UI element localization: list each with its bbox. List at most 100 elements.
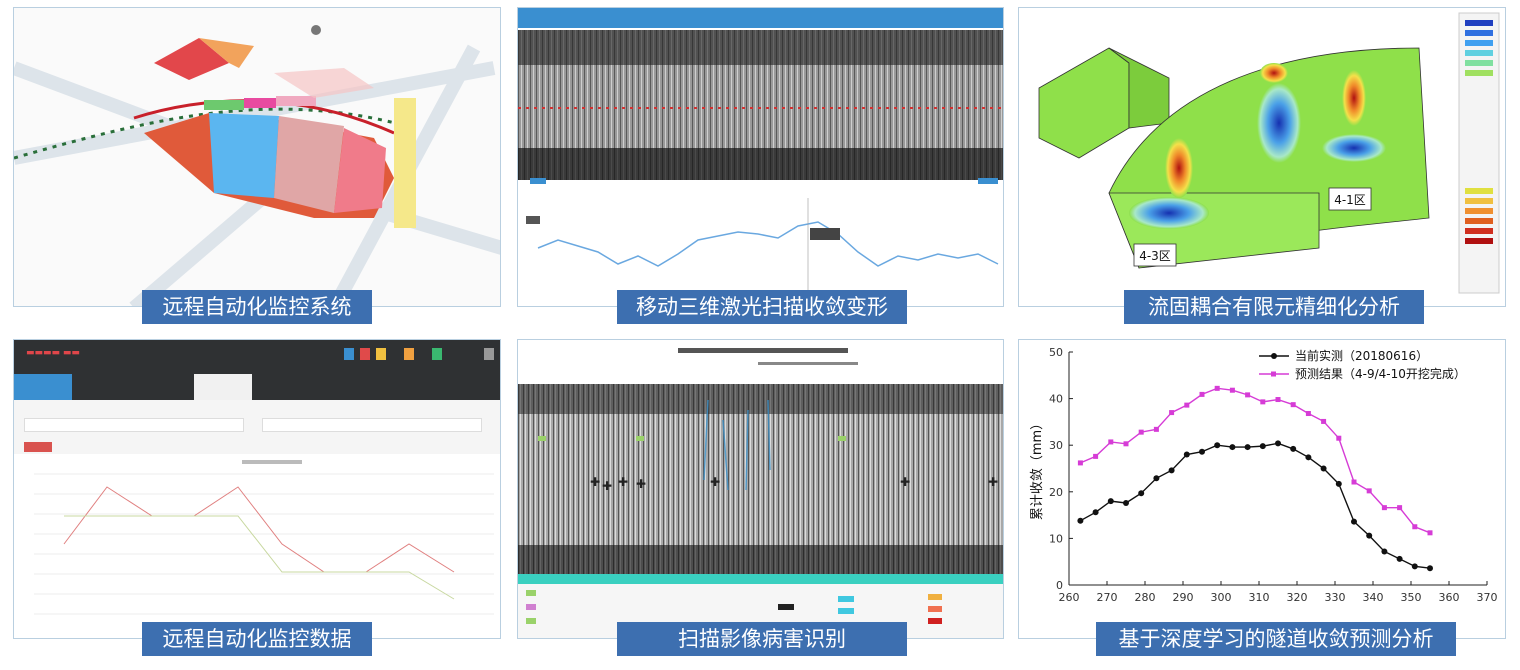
series-1-point — [1366, 488, 1372, 494]
tab-2[interactable] — [74, 374, 132, 400]
legend-label-0: 当前实测（20180616） — [1295, 348, 1428, 363]
x-tick-label: 290 — [1173, 591, 1194, 604]
laser-scan-panel — [517, 7, 1004, 307]
svg-text:✚: ✚ — [900, 475, 910, 489]
y-axis-label: 累计收敛（mm） — [1029, 417, 1045, 520]
user-icon[interactable] — [484, 348, 494, 360]
laser-scan-image — [518, 8, 1003, 306]
query-form — [14, 400, 500, 454]
scan-disease-image: ✚ ✚ ✚ ✚ ✚ ✚ ✚ — [518, 340, 1003, 638]
series-0-point — [1411, 563, 1418, 570]
svg-text:✚: ✚ — [636, 477, 646, 491]
x-tick-label: 360 — [1439, 591, 1460, 604]
series-0-point — [1092, 509, 1099, 516]
series-1-point — [1153, 426, 1159, 432]
toolbar-button-yellow[interactable] — [376, 348, 386, 360]
y-tick-label: 40 — [1049, 393, 1063, 406]
x-tick-label: 300 — [1211, 591, 1232, 604]
series-0-point — [1305, 454, 1312, 461]
x-tick-label: 260 — [1059, 591, 1080, 604]
series-0-point — [1275, 440, 1281, 447]
tab-4[interactable] — [194, 374, 252, 400]
y-tick-label: 30 — [1049, 439, 1063, 452]
svg-text:✚: ✚ — [602, 479, 612, 493]
fem-zone-label-a: 4-1区 — [1328, 187, 1372, 211]
dashboard-header: ▬▬▬▬ ▬▬ — [14, 340, 500, 400]
series-1-point — [1108, 439, 1114, 445]
query-button[interactable] — [24, 442, 52, 452]
series-0-point — [1381, 548, 1388, 555]
dashboard-logo: ▬▬▬▬ ▬▬ — [26, 348, 80, 358]
series-0-point — [1199, 448, 1205, 455]
series-0-point — [1290, 445, 1297, 452]
scan-disease-panel: ✚ ✚ ✚ ✚ ✚ ✚ ✚ — [517, 339, 1004, 639]
series-1-point — [1305, 411, 1311, 417]
x-tick-label: 310 — [1249, 591, 1270, 604]
caption-dl-forecast: 基于深度学习的隧道收敛预测分析 — [1096, 622, 1456, 656]
tab-3[interactable] — [134, 374, 192, 400]
toolbar-button-orange[interactable] — [404, 348, 414, 360]
series-1-point — [1275, 397, 1281, 403]
series-0-point — [1259, 443, 1266, 450]
series-1-point — [1093, 453, 1099, 459]
toolbar-button-blue[interactable] — [344, 348, 354, 360]
series-1-point — [1290, 402, 1296, 408]
caption-remote-data: 远程自动化监控数据 — [142, 622, 372, 656]
x-tick-label: 370 — [1477, 591, 1498, 604]
series-1-point — [1321, 418, 1327, 424]
series-0-point — [1077, 517, 1084, 524]
x-tick-label: 330 — [1325, 591, 1346, 604]
x-tick-label: 350 — [1401, 591, 1422, 604]
series-0-point — [1153, 475, 1160, 482]
query-input-start[interactable] — [24, 418, 244, 432]
fem-panel: 4-1区 4-3区 — [1018, 7, 1506, 307]
series-1-point — [1260, 399, 1266, 405]
x-tick-label: 320 — [1287, 591, 1308, 604]
x-tick-label: 280 — [1135, 591, 1156, 604]
series-0-point — [1335, 480, 1342, 487]
y-tick-label: 50 — [1049, 346, 1063, 359]
y-tick-label: 20 — [1049, 486, 1063, 499]
caption-scan-disease: 扫描影像病害识别 — [617, 622, 907, 656]
caption-fsi-fem: 流固耦合有限元精细化分析 — [1124, 290, 1424, 324]
toolbar-button-red[interactable] — [360, 348, 370, 360]
forecast-chart: 260 270 280 290 300 310 320 330 340 350 360 370 0 10 2… — [1019, 340, 1505, 638]
site-map-image — [14, 8, 500, 306]
svg-text:✚: ✚ — [590, 475, 600, 489]
series-0-point — [1396, 555, 1403, 562]
svg-text:✚: ✚ — [710, 475, 720, 489]
remote-data-panel: ▬▬▬▬ ▬▬ — [13, 339, 501, 639]
series-1-point — [1214, 385, 1220, 391]
svg-text:✚: ✚ — [618, 475, 628, 489]
toolbar-button-green[interactable] — [432, 348, 442, 360]
series-1-point — [1381, 505, 1387, 511]
series-1-point — [1397, 505, 1403, 511]
y-tick-label: 0 — [1056, 579, 1063, 592]
series-1-point — [1245, 392, 1251, 398]
series-0-point — [1427, 565, 1433, 572]
remote-system-panel — [13, 7, 501, 307]
x-tick-label: 270 — [1097, 591, 1118, 604]
y-tick-label: 10 — [1049, 532, 1063, 545]
series-0-point — [1351, 518, 1357, 525]
fem-zone-label-b: 4-3区 — [1133, 243, 1177, 267]
series-0-point — [1183, 451, 1190, 458]
series-0-point — [1229, 444, 1236, 451]
series-0-point — [1320, 465, 1327, 472]
svg-text:✚: ✚ — [988, 475, 998, 489]
tab-1[interactable] — [14, 374, 72, 400]
legend-marker-1 — [1271, 371, 1276, 377]
series-1-point — [1412, 524, 1418, 530]
monitoring-line-chart — [14, 454, 500, 638]
svg-text:4-3区: 4-3区 — [1139, 249, 1171, 263]
series-1-point — [1229, 387, 1235, 393]
series-0-point — [1244, 444, 1251, 451]
series-0-point — [1168, 467, 1175, 474]
legend-marker-0 — [1271, 353, 1277, 359]
series-1-point — [1199, 391, 1205, 397]
legend-label-1: 预测结果（4-9/4-10开挖完成） — [1295, 366, 1466, 381]
series-1-point — [1336, 435, 1342, 441]
query-input-end[interactable] — [262, 418, 482, 432]
series-1-point — [1123, 441, 1129, 447]
series-1-point — [1077, 460, 1083, 466]
